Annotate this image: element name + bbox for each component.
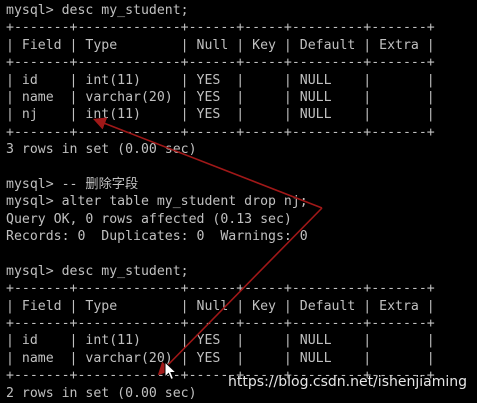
table-border: +-------+-------------+------+-----+----…	[6, 55, 435, 71]
console-output[interactable]: mysql> desc my_student; +-------+-------…	[6, 2, 474, 402]
table-header-row: | Field | Type | Null | Key | Default | …	[6, 298, 435, 314]
command-line: mysql> alter table my_student drop nj;	[6, 194, 308, 210]
table-row: | name | varchar(20) | YES | | NULL | |	[6, 350, 435, 366]
table-header-row: | Field | Type | Null | Key | Default | …	[6, 37, 435, 53]
table-row: | id | int(11) | YES | | NULL | |	[6, 333, 435, 349]
table-border: +-------+-------------+------+-----+----…	[6, 316, 435, 332]
query-status: Query OK, 0 rows affected (0.13 sec)	[6, 211, 292, 227]
table-row: | id | int(11) | YES | | NULL | |	[6, 72, 435, 88]
table-border: +-------+-------------+------+-----+----…	[6, 20, 435, 36]
table-border: +-------+-------------+------+-----+----…	[6, 281, 435, 297]
table-row: | name | varchar(20) | YES | | NULL | |	[6, 89, 435, 105]
prompt-line: mysql> desc my_student;	[6, 3, 189, 18]
table-row: | nj | int(11) | YES | | NULL | |	[6, 107, 435, 123]
comment-line: mysql> -- 删除字段	[6, 176, 139, 192]
mouse-pointer-icon	[164, 361, 178, 381]
records-summary: Records: 0 Duplicates: 0 Warnings: 0	[6, 229, 308, 245]
watermark-text: https://blog.csdn.net/ishenjiaming	[228, 374, 467, 390]
result-summary: 3 rows in set (0.00 sec)	[6, 142, 197, 158]
terminal-window[interactable]: mysql> desc my_student; +-------+-------…	[0, 0, 477, 403]
table-border: +-------+-------------+------+-----+----…	[6, 124, 435, 140]
prompt-line: mysql> desc my_student;	[6, 263, 189, 279]
